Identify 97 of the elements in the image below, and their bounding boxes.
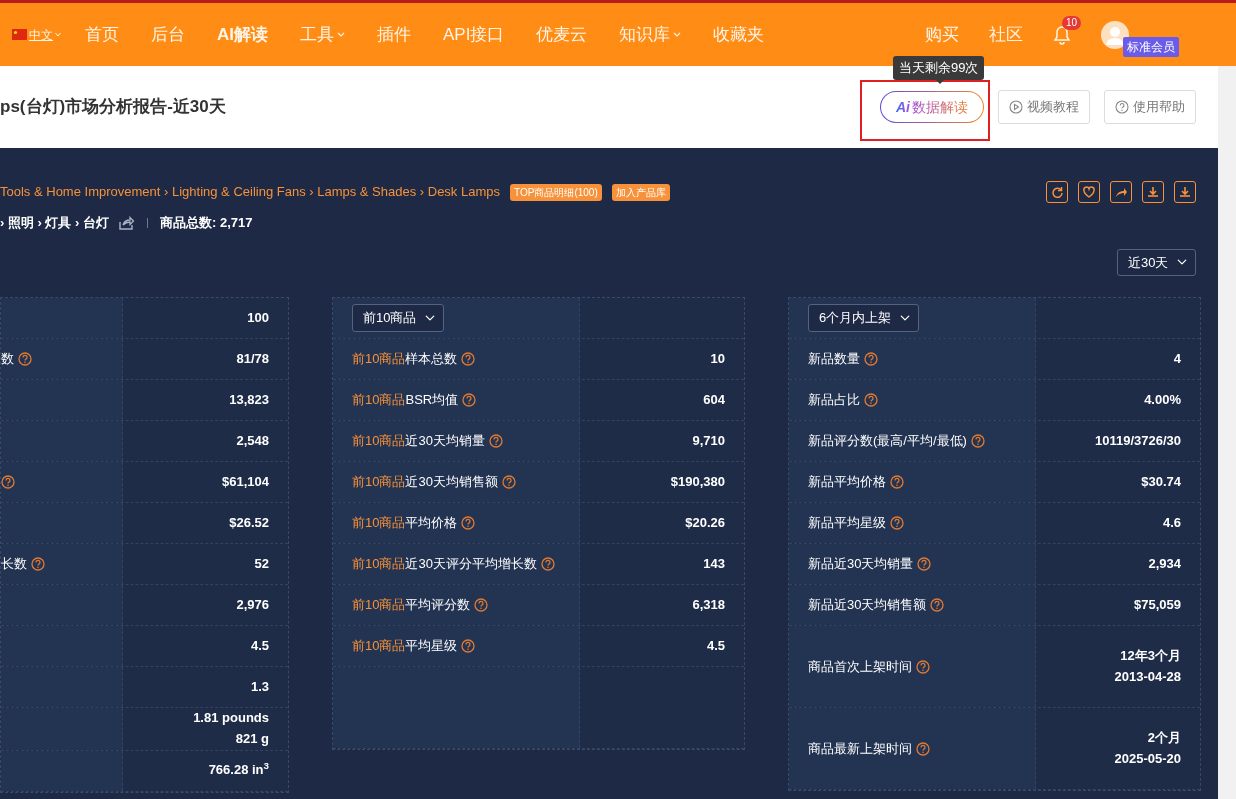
metric-value: 821 g [235, 729, 269, 748]
period-select[interactable]: 近30天 [1117, 248, 1196, 276]
metric-label: 数 [1, 350, 14, 369]
metric-value: $190,380 [670, 472, 725, 491]
nav-link[interactable]: 后台 [151, 21, 185, 48]
ai-analysis-button[interactable]: Ai数据解读 [880, 91, 984, 123]
caret-icon [337, 31, 345, 38]
nav-link[interactable]: 社区 [989, 21, 1023, 48]
metric-label: 前10商品近30天评分平均增长数 [352, 555, 537, 574]
nav-link[interactable]: 购买 [925, 21, 959, 48]
nav-link[interactable]: 工具 [300, 21, 345, 48]
download-icon [1146, 185, 1160, 199]
metric-value: 4 [1173, 349, 1181, 368]
metric-label: 前10商品近30天均销售额 [352, 473, 498, 492]
metric-value: $75,059 [1134, 595, 1181, 614]
metric-label: 商品首次上架时间 [808, 657, 912, 676]
metric-value: 2,934 [1148, 554, 1181, 573]
caret-icon [673, 31, 682, 38]
metric-label: 新品平均星级 [808, 514, 886, 533]
product-total: 商品总数: 2,717 [160, 214, 253, 232]
tooltip: 当天剩余99次 [893, 56, 985, 80]
download-icon [1178, 185, 1192, 199]
metric-value: 4.6 [1162, 513, 1181, 532]
tag-button[interactable]: 加入产品库 [611, 183, 670, 201]
metric-value: $61,104 [222, 472, 269, 491]
metric-value: 10 [710, 349, 725, 368]
flag-icon [12, 29, 27, 40]
metric-value: 2025-05-20 [1114, 749, 1181, 768]
metric-label: 新品近30天均销量 [808, 555, 914, 574]
metric-label: 前10商品BSR均值 [352, 391, 459, 410]
help-button[interactable]: 使用帮助 [1104, 90, 1196, 124]
metric-label: 新品近30天均销售额 [808, 596, 927, 615]
nav-link[interactable]: 插件 [377, 21, 411, 48]
metric-label: 前10商品近30天均销量 [352, 432, 485, 451]
metric-value: 1.3 [250, 677, 269, 696]
nav-link[interactable]: 首页 [85, 21, 119, 48]
metric-value: 10119/3726/30 [1094, 431, 1181, 450]
language-switch[interactable]: 中文 [12, 25, 61, 44]
avatar-icon[interactable] [1101, 20, 1129, 49]
video-tutorial-button[interactable]: 视频教程 [998, 90, 1090, 124]
metric-value: 4.5 [706, 636, 725, 655]
nav-link[interactable]: 收藏夹 [713, 21, 765, 48]
metric-label: 前10商品平均星级 [352, 637, 458, 656]
metric-value: 52 [254, 554, 269, 573]
heart-icon [1082, 185, 1096, 199]
play-icon [1009, 100, 1023, 114]
caret-icon [55, 32, 61, 37]
metric-label: 前10商品平均评分数 [352, 596, 471, 615]
refresh-icon [1050, 185, 1064, 199]
metric-value: 604 [703, 390, 725, 409]
metric-value: 766.28 in$^{3}$ [208, 760, 269, 780]
metric-label: 商品最新上架时间 [808, 739, 912, 758]
metric-value: 6,318 [692, 595, 725, 614]
nav-link[interactable]: 优麦云 [536, 21, 588, 48]
metric-value: 2013-04-28 [1114, 667, 1181, 686]
metric-label: 长数 [1, 555, 27, 574]
share-icon [119, 215, 136, 230]
member-badge: 标准会员 [1123, 37, 1179, 57]
metric-value: 81/78 [236, 349, 269, 368]
metric-value: 13,823 [229, 390, 269, 409]
metric-label: 新品平均价格 [808, 473, 886, 492]
filter-select[interactable]: 前10商品 [352, 304, 444, 332]
nav-link[interactable]: 知识库 [619, 21, 682, 48]
metric-value: 2个月 [1147, 728, 1181, 747]
refresh-button[interactable] [1046, 181, 1068, 203]
metric-value: 100 [247, 308, 269, 327]
metric-value: 2,548 [236, 431, 269, 450]
metric-label: 新品占比 [808, 391, 860, 410]
category-path[interactable]: › 照明 › 灯具 › 台灯 [0, 213, 110, 233]
metric-value: $20.26 [685, 513, 725, 532]
filter-select[interactable]: 6个月内上架 [808, 304, 919, 332]
metric-value: 12年3个月 [1120, 646, 1181, 665]
help-icon [1115, 100, 1129, 114]
download-button[interactable] [1142, 181, 1164, 203]
notification-count: 10 [1062, 16, 1082, 31]
download-button[interactable] [1174, 181, 1196, 203]
metric-value: 9,710 [692, 431, 725, 450]
category-breadcrumb[interactable]: Tools & Home Improvement › Lighting & Ceiling Fans › Lamps & Shades › Desk Lamps [0, 182, 500, 202]
tooltip-arrow [935, 79, 945, 84]
metric-value: 4.5 [250, 636, 269, 655]
tag-button[interactable]: TOP商品明细(100) [510, 183, 602, 201]
metric-value: 2,976 [236, 595, 269, 614]
metric-label: 前10商品样本总数 [352, 350, 458, 369]
metric-value: $26.52 [229, 513, 269, 532]
nav-link[interactable]: API接口 [443, 21, 505, 48]
metric-label: 前10商品平均价格 [352, 514, 458, 533]
share-button[interactable] [1110, 181, 1132, 203]
nav-link[interactable]: AI解读 [217, 21, 268, 48]
report-title: ps(台灯)市场分析报告-近30天 [0, 96, 226, 119]
metric-value: 143 [703, 554, 725, 573]
metric-label: 新品数量 [808, 350, 860, 369]
metric-value: 1.81 pounds [193, 709, 269, 727]
metric-label: 新品评分数(最高/平均/最低) [808, 432, 967, 451]
bell-icon[interactable] [1053, 24, 1071, 45]
metric-value: $30.74 [1141, 472, 1181, 491]
heart-button[interactable] [1078, 181, 1100, 203]
metric-value: 4.00% [1144, 390, 1181, 409]
